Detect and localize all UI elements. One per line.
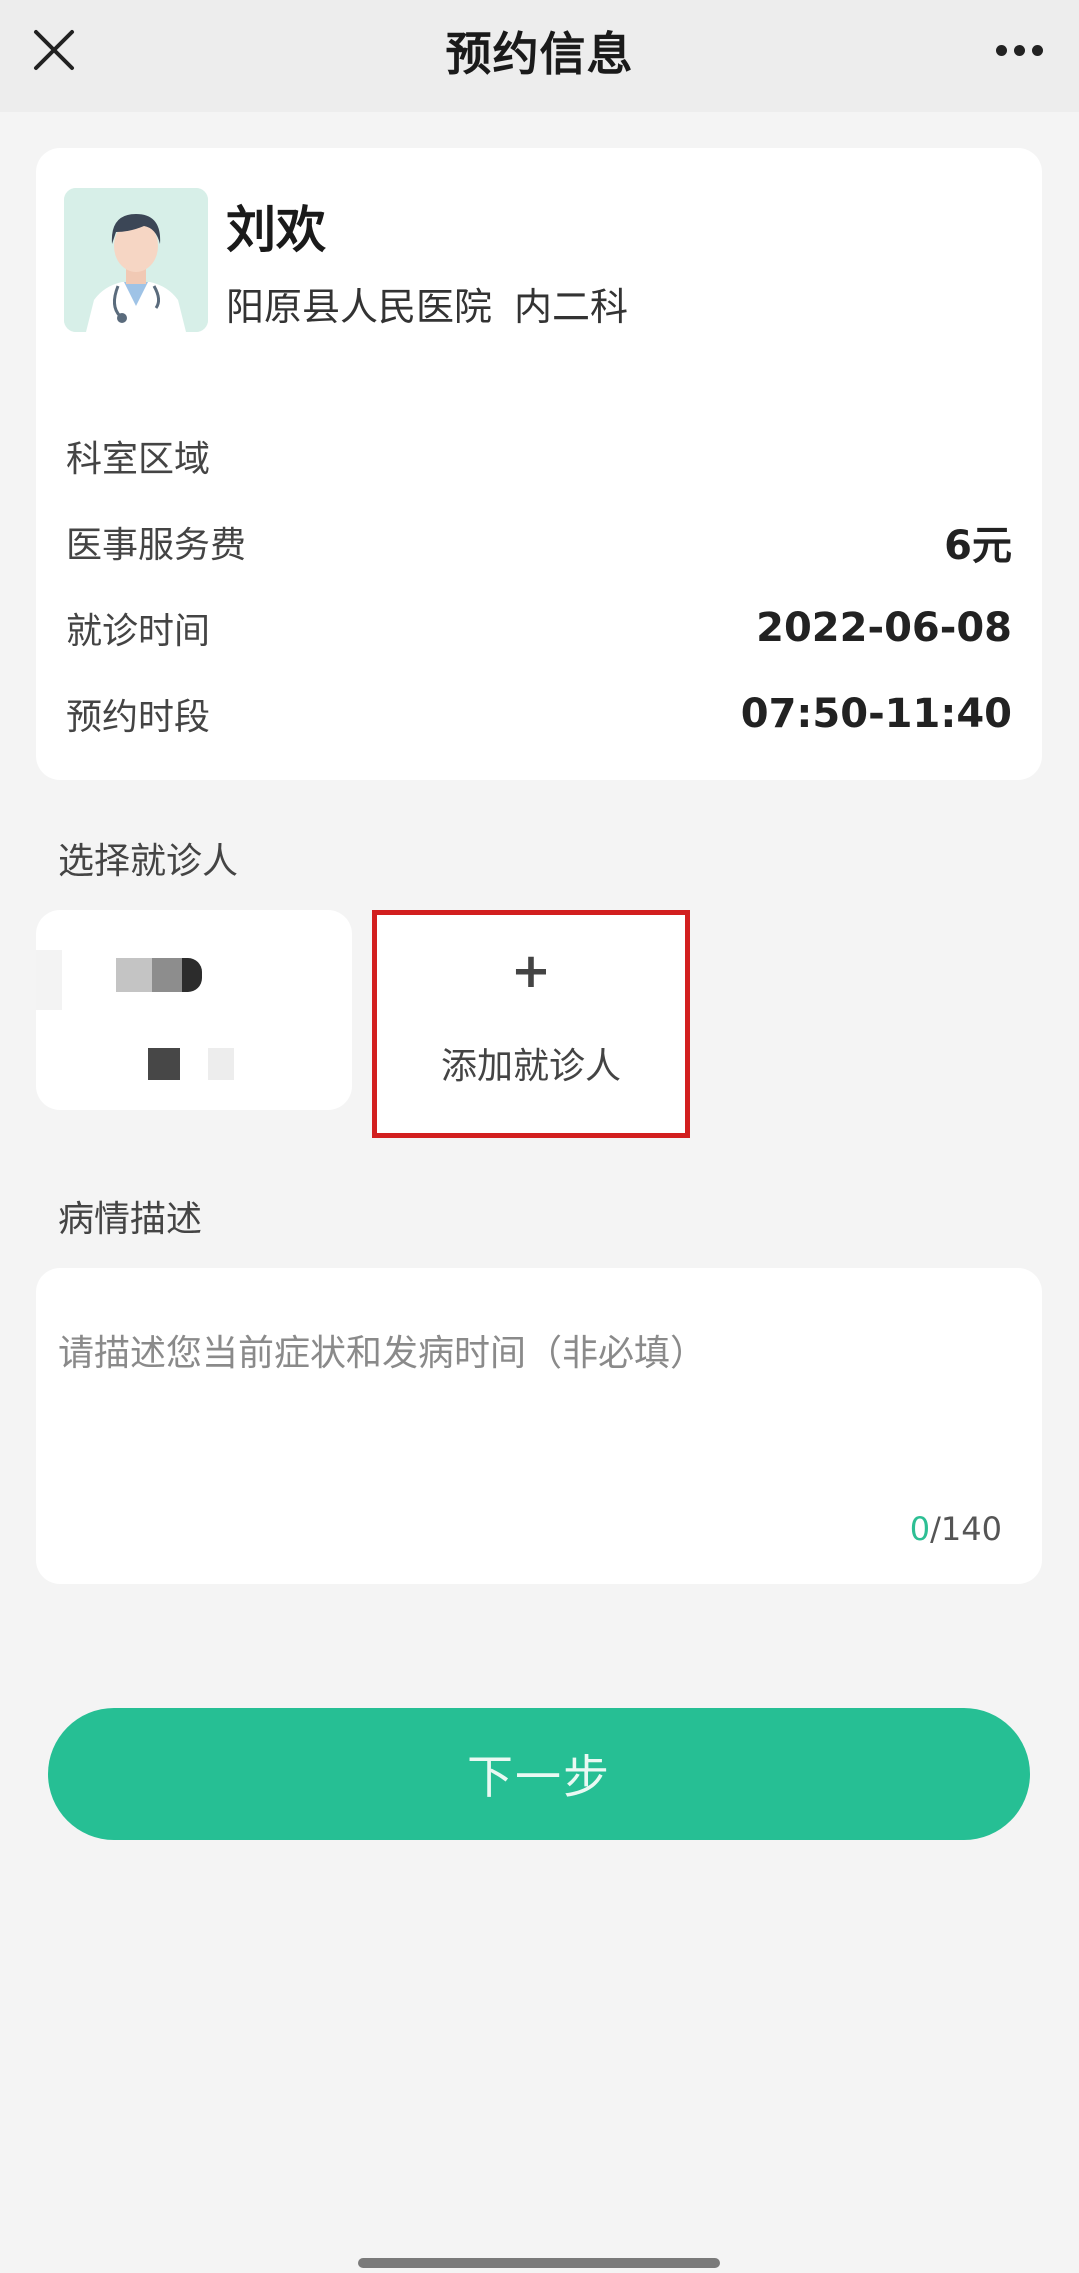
info-row-date: 就诊时间 2022-06-08	[66, 598, 1012, 658]
doctor-card: 刘欢 阳原县人民医院 内二科 科室区域 医事服务费 6元 就诊时间 2022-0…	[36, 148, 1042, 780]
doctor-avatar	[64, 188, 208, 332]
more-icon-dot	[1031, 44, 1043, 56]
redacted-block	[208, 1048, 234, 1080]
section-title-description: 病情描述	[58, 1199, 203, 1240]
redacted-block	[148, 1048, 180, 1080]
info-value: 07:50-11:40	[740, 691, 1012, 737]
page-title: 预约信息	[445, 27, 634, 81]
section-title-patients: 选择就诊人	[58, 841, 239, 882]
redacted-block	[182, 958, 202, 992]
redacted-block	[116, 958, 152, 992]
redacted-block	[152, 958, 182, 992]
char-counter: 0/140	[910, 1510, 1002, 1548]
doctor-avatar-icon	[64, 188, 208, 332]
doctor-affiliation: 阳原县人民医院 内二科	[226, 276, 628, 331]
more-icon	[995, 44, 1007, 56]
description-placeholder: 请描述您当前症状和发病时间（非必填）	[58, 1333, 707, 1374]
info-label: 医事服务费	[66, 525, 247, 566]
next-step-button[interactable]: 下一步	[48, 1708, 1030, 1840]
info-label: 就诊时间	[66, 611, 211, 652]
nav-bar: 预约信息	[0, 0, 1079, 112]
info-row-timeslot: 预约时段 07:50-11:40	[66, 684, 1012, 744]
char-count-current: 0	[909, 1510, 931, 1548]
info-value: 6元	[944, 523, 1012, 569]
plus-icon: +	[510, 943, 552, 999]
info-row-fee: 医事服务费 6元	[66, 512, 1012, 572]
more-icon-dot	[1013, 44, 1025, 56]
add-patient-inner: + 添加就诊人	[381, 919, 681, 1109]
department-name: 内二科	[514, 285, 629, 329]
info-label: 预约时段	[66, 697, 211, 738]
hospital-name: 阳原县人民医院	[226, 285, 493, 329]
add-patient-button[interactable]: + 添加就诊人	[372, 910, 690, 1138]
info-label: 科室区域	[66, 439, 211, 480]
char-count-max: /140	[930, 1510, 1002, 1548]
patient-card[interactable]	[36, 910, 352, 1110]
description-textarea[interactable]: 请描述您当前症状和发病时间（非必填） 0/140	[36, 1268, 1042, 1584]
add-patient-label: 添加就诊人	[440, 1046, 621, 1087]
info-value: 2022-06-08	[756, 605, 1012, 651]
home-indicator[interactable]	[358, 2258, 720, 2268]
more-options-button[interactable]	[977, 14, 1061, 86]
redacted-block	[36, 950, 62, 1010]
doctor-name: 刘欢	[226, 201, 326, 259]
info-row-area: 科室区域	[66, 426, 1012, 486]
